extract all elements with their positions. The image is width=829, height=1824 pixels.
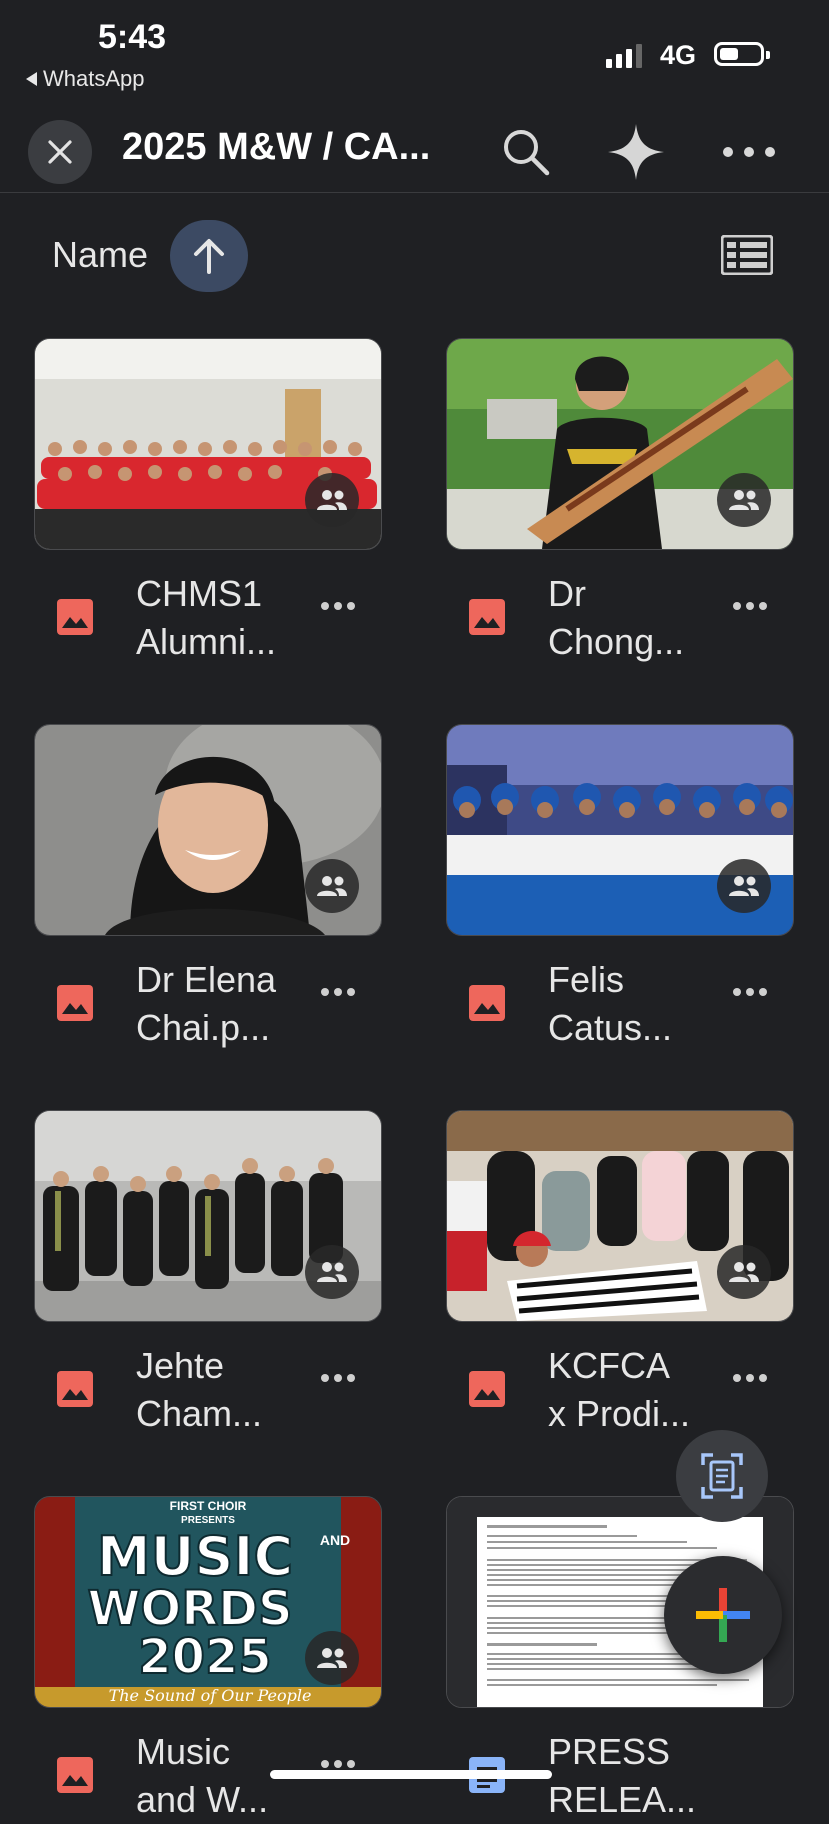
file-thumbnail[interactable] bbox=[446, 1110, 794, 1322]
shared-badge bbox=[305, 473, 359, 527]
file-thumbnail[interactable] bbox=[34, 338, 382, 550]
plus-icon bbox=[696, 1588, 750, 1642]
file-more-button[interactable] bbox=[310, 584, 366, 628]
status-bar: 5:43 WhatsApp 4G bbox=[0, 0, 829, 104]
network-type: 4G bbox=[660, 40, 697, 70]
people-icon bbox=[317, 1262, 347, 1282]
shared-badge bbox=[305, 1245, 359, 1299]
file-thumbnail[interactable] bbox=[34, 1110, 382, 1322]
shared-badge bbox=[305, 1631, 359, 1685]
file-name: KCFCA x Prodi... bbox=[548, 1342, 718, 1438]
search-icon bbox=[504, 130, 550, 176]
file-name-line2: Alumni... bbox=[136, 621, 277, 662]
top-app-bar: 2025 M&W / CA... bbox=[0, 104, 829, 193]
arrow-up-icon bbox=[194, 239, 224, 274]
poster-tagline-text: The Sound of Our People bbox=[109, 1686, 312, 1705]
file-name-line2: Cham... bbox=[136, 1393, 263, 1434]
file-name-line1: Music bbox=[136, 1731, 231, 1772]
image-file-icon bbox=[57, 1371, 93, 1407]
people-icon bbox=[317, 490, 347, 510]
close-icon bbox=[48, 140, 72, 164]
file-name-line1: Felis bbox=[548, 959, 625, 1000]
search-button[interactable] bbox=[494, 120, 558, 184]
file-more-button[interactable] bbox=[310, 1742, 366, 1786]
shared-badge bbox=[717, 473, 771, 527]
people-icon bbox=[729, 1262, 759, 1282]
file-name: Jehte Cham... bbox=[136, 1342, 306, 1438]
more-options-button[interactable] bbox=[712, 120, 786, 184]
file-thumbnail[interactable]: FIRST CHOIR PRESENTS MUSIC AND WORDS 202… bbox=[34, 1496, 382, 1708]
file-name-line2: Catus... bbox=[548, 1007, 673, 1048]
more-horizontal-icon bbox=[733, 602, 767, 610]
sort-direction-button[interactable] bbox=[170, 220, 248, 292]
image-file-icon bbox=[57, 599, 93, 635]
file-name-line1: PRESS bbox=[548, 1731, 671, 1772]
file-name: PRESS RELEA... bbox=[548, 1728, 718, 1824]
people-icon bbox=[317, 876, 347, 896]
image-file-icon bbox=[57, 985, 93, 1021]
file-more-button[interactable] bbox=[722, 970, 778, 1014]
poster-and-text: AND bbox=[320, 1532, 350, 1548]
image-file-icon bbox=[469, 1371, 505, 1407]
file-name-line2: Chai.p... bbox=[136, 1007, 271, 1048]
file-name-line2: and W... bbox=[136, 1779, 269, 1820]
file-name: Dr Chong... bbox=[548, 570, 718, 666]
close-button[interactable] bbox=[28, 120, 92, 184]
back-to-app-link[interactable]: WhatsApp bbox=[26, 66, 145, 92]
list-view-button[interactable] bbox=[718, 230, 776, 280]
more-horizontal-icon bbox=[733, 1374, 767, 1382]
more-horizontal-icon bbox=[321, 602, 355, 610]
more-horizontal-icon bbox=[321, 988, 355, 996]
file-name-line2: Chong... bbox=[548, 621, 685, 662]
more-horizontal-icon bbox=[321, 1760, 355, 1768]
file-name-line1: KCFCA bbox=[548, 1345, 671, 1386]
back-app-label: WhatsApp bbox=[43, 66, 145, 91]
people-icon bbox=[729, 876, 759, 896]
sort-label[interactable]: Name bbox=[52, 234, 148, 276]
back-triangle-icon bbox=[26, 72, 37, 86]
home-indicator[interactable] bbox=[270, 1770, 552, 1779]
file-thumbnail[interactable] bbox=[446, 338, 794, 550]
more-horizontal-icon bbox=[733, 988, 767, 996]
poster-top-text: FIRST CHOIR bbox=[170, 1499, 247, 1513]
scan-button[interactable] bbox=[676, 1430, 768, 1522]
shared-badge bbox=[305, 859, 359, 913]
file-thumbnail[interactable] bbox=[446, 724, 794, 936]
image-file-icon bbox=[469, 599, 505, 635]
people-icon bbox=[729, 490, 759, 510]
document-scan-icon bbox=[701, 1453, 743, 1499]
file-more-button[interactable] bbox=[722, 584, 778, 628]
file-name: Dr Elena Chai.p... bbox=[136, 956, 306, 1052]
file-name-line2: RELEA... bbox=[548, 1779, 697, 1820]
file-name-line1: Dr bbox=[548, 573, 586, 614]
file-name-line1: Jehte bbox=[136, 1345, 225, 1386]
people-icon bbox=[317, 1648, 347, 1668]
poster-music-text: MUSIC bbox=[97, 1525, 293, 1588]
status-time: 5:43 bbox=[98, 18, 167, 56]
file-more-button[interactable] bbox=[722, 1356, 778, 1400]
cellular-signal-icon bbox=[606, 42, 642, 68]
sort-bar: Name bbox=[0, 220, 829, 292]
list-view-icon bbox=[721, 235, 773, 275]
shared-badge bbox=[717, 1245, 771, 1299]
shared-badge bbox=[717, 859, 771, 913]
folder-title: 2025 M&W / CA... bbox=[122, 126, 431, 168]
image-file-icon bbox=[469, 985, 505, 1021]
new-item-button[interactable] bbox=[664, 1556, 782, 1674]
more-horizontal-icon bbox=[321, 1374, 355, 1382]
battery-icon bbox=[714, 42, 770, 66]
file-more-button[interactable] bbox=[310, 970, 366, 1014]
file-name-line2: x Prodi... bbox=[548, 1393, 691, 1434]
file-thumbnail[interactable] bbox=[34, 724, 382, 936]
poster-year-text: 2025 bbox=[138, 1629, 272, 1685]
file-more-button[interactable] bbox=[310, 1356, 366, 1400]
file-name-line1: Dr Elena bbox=[136, 959, 277, 1000]
file-name: CHMS1 Alumni... bbox=[136, 570, 306, 666]
file-name-line1: CHMS1 bbox=[136, 573, 263, 614]
file-name: Felis Catus... bbox=[548, 956, 718, 1052]
more-horizontal-icon bbox=[723, 147, 775, 157]
image-file-icon bbox=[57, 1757, 93, 1793]
gemini-button[interactable] bbox=[602, 118, 670, 186]
sparkle-icon bbox=[608, 124, 664, 180]
